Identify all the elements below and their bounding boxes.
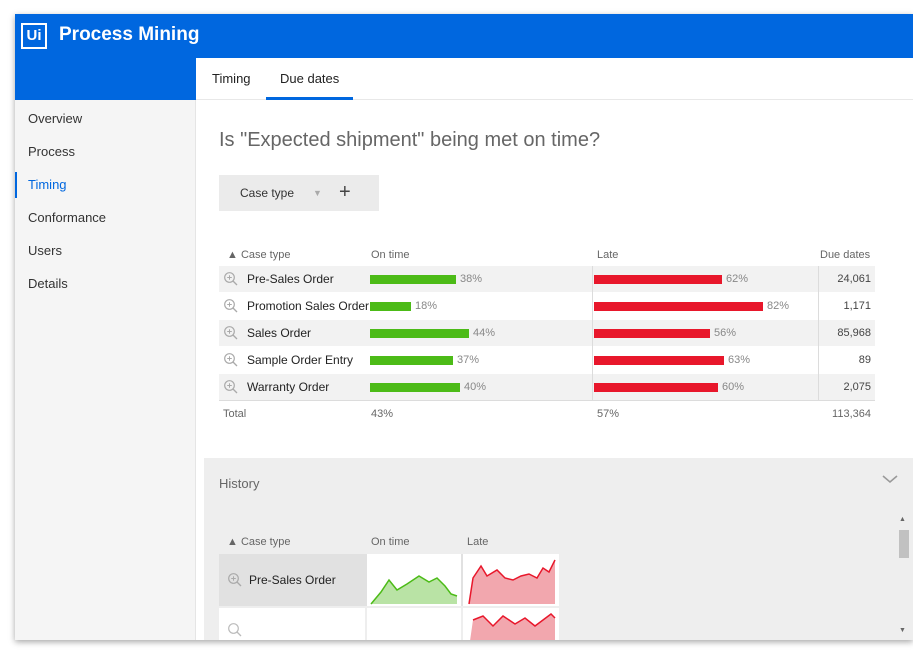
- due-dates-value: 1,171: [843, 300, 871, 312]
- on-time-percent: 37%: [457, 354, 480, 366]
- zoom-in-icon[interactable]: [223, 298, 239, 314]
- case-type-label: Sales Order: [247, 326, 312, 340]
- header-late[interactable]: Late: [597, 249, 618, 261]
- sidebar-header: [15, 58, 196, 100]
- total-row: Total 43% 57% 113,364: [219, 400, 875, 426]
- history-panel: History ▲ Case type On time Late Pre-Sal…: [204, 458, 913, 640]
- uipath-logo: Ui: [21, 23, 47, 49]
- history-header-case-type[interactable]: ▲ Case type: [227, 536, 290, 548]
- tab-bar: Timing Due dates: [196, 58, 913, 100]
- scrollbar-thumb[interactable]: [899, 530, 909, 558]
- app-title: Process Mining: [59, 24, 200, 45]
- header-case-type[interactable]: ▲ Case type: [227, 249, 290, 261]
- filter-label: Case type: [240, 186, 295, 200]
- column-divider: [818, 266, 819, 400]
- header-on-time[interactable]: On time: [371, 249, 410, 261]
- sidebar-item-details[interactable]: Details: [15, 271, 196, 297]
- sidebar-item-process[interactable]: Process: [15, 139, 196, 165]
- history-header-on-time[interactable]: On time: [371, 536, 410, 548]
- late-percent: 60%: [722, 381, 745, 393]
- late-bar: [594, 302, 763, 311]
- sidebar-item-users[interactable]: Users: [15, 238, 196, 264]
- total-due: 113,364: [832, 408, 871, 420]
- header-due-dates[interactable]: Due dates: [820, 249, 870, 261]
- late-percent: 82%: [767, 300, 790, 312]
- due-dates-value: 24,061: [837, 273, 871, 285]
- history-header-late[interactable]: Late: [467, 536, 488, 548]
- late-bar: [594, 275, 722, 284]
- sidebar-item-overview[interactable]: Overview: [15, 106, 196, 132]
- on-time-bar: [370, 329, 469, 338]
- zoom-in-icon[interactable]: [223, 352, 239, 368]
- due-dates-value: 89: [858, 354, 871, 366]
- page-question: Is "Expected shipment" being met on time…: [219, 129, 601, 151]
- add-filter-button[interactable]: +: [339, 175, 351, 209]
- table-row[interactable]: Sales Order 85,968 44% 56%: [219, 320, 875, 346]
- top-bar: Ui Process Mining: [15, 14, 913, 58]
- zoom-in-icon[interactable]: [223, 325, 239, 341]
- late-bar: [594, 356, 724, 365]
- table-row[interactable]: Warranty Order 2,075 40% 60%: [219, 374, 875, 400]
- table-row[interactable]: Pre-Sales Order 24,061 38% 62%: [219, 266, 875, 292]
- history-title: History: [219, 476, 260, 491]
- late-percent: 62%: [726, 273, 749, 285]
- history-case-label: Pre-Sales Order: [249, 573, 336, 587]
- case-type-label: Sample Order Entry: [247, 353, 354, 367]
- sidebar-item-conformance[interactable]: Conformance: [15, 205, 196, 231]
- zoom-in-icon[interactable]: [223, 379, 239, 395]
- history-late-sparkline: [463, 608, 559, 640]
- zoom-in-icon[interactable]: [227, 622, 243, 638]
- total-late: 57%: [597, 408, 620, 420]
- chevron-down-icon[interactable]: [881, 472, 899, 486]
- tab-timing[interactable]: Timing: [212, 58, 251, 100]
- zoom-in-icon[interactable]: [227, 572, 243, 588]
- late-percent: 63%: [728, 354, 751, 366]
- case-type-label: Promotion Sales Order: [247, 299, 370, 313]
- table-row[interactable]: Sample Order Entry 89 37% 63%: [219, 347, 875, 373]
- total-on-time: 43%: [371, 408, 394, 420]
- on-time-percent: 18%: [415, 300, 438, 312]
- app-window: Ui Process Mining Overview Process Timin…: [15, 14, 913, 640]
- on-time-percent: 38%: [460, 273, 483, 285]
- history-scrollbar[interactable]: ▲ ▼: [897, 516, 909, 634]
- scroll-down-icon[interactable]: ▼: [899, 627, 906, 634]
- column-divider: [592, 266, 593, 400]
- late-percent: 56%: [714, 327, 737, 339]
- case-type-label: Warranty Order: [247, 380, 330, 394]
- on-time-bar: [370, 356, 453, 365]
- case-type-label: Pre-Sales Order: [247, 272, 334, 286]
- total-label: Total: [223, 408, 247, 420]
- caret-down-icon[interactable]: ▼: [313, 175, 322, 211]
- sidebar: Overview Process Timing Conformance User…: [15, 100, 196, 640]
- history-row[interactable]: [219, 608, 365, 640]
- table-row[interactable]: Promotion Sales Order 1,171 18% 82%: [219, 293, 875, 319]
- due-dates-value: 85,968: [837, 327, 871, 339]
- case-type-filter[interactable]: Case type ▼ +: [219, 175, 379, 211]
- late-bar: [594, 329, 710, 338]
- due-dates-value: 2,075: [843, 381, 871, 393]
- history-late-sparkline: [463, 554, 559, 606]
- scroll-up-icon[interactable]: ▲: [899, 516, 906, 523]
- on-time-bar: [370, 302, 411, 311]
- tab-due-dates[interactable]: Due dates: [266, 58, 354, 100]
- history-on-time-sparkline: [367, 554, 461, 606]
- on-time-bar: [370, 275, 456, 284]
- zoom-in-icon[interactable]: [223, 271, 239, 287]
- on-time-percent: 44%: [473, 327, 496, 339]
- late-bar: [594, 383, 718, 392]
- sidebar-item-timing[interactable]: Timing: [15, 172, 196, 198]
- on-time-bar: [370, 383, 460, 392]
- history-on-time-sparkline: [367, 608, 461, 640]
- on-time-percent: 40%: [464, 381, 487, 393]
